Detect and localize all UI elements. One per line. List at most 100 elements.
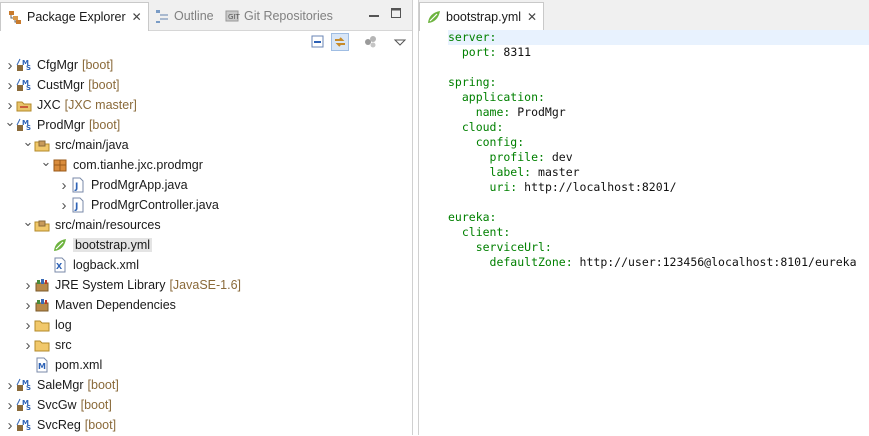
code-line: application: bbox=[448, 90, 869, 105]
code-line: port: 8311 bbox=[448, 45, 869, 60]
folder-icon bbox=[34, 337, 50, 353]
code-line: eureka: bbox=[448, 210, 869, 225]
expand-arrow-icon[interactable]: › bbox=[4, 375, 16, 395]
tree-item[interactable]: › M S SaleMgr [boot] bbox=[4, 375, 119, 395]
svg-text:S: S bbox=[26, 64, 31, 72]
tree-item-label: Maven Dependencies bbox=[55, 298, 176, 312]
svg-text:J: J bbox=[74, 182, 78, 192]
tree-item[interactable]: › J ProdMgrApp.java bbox=[58, 175, 188, 195]
tree-item[interactable]: › Maven Dependencies bbox=[22, 295, 176, 315]
view-menu-icon[interactable] bbox=[391, 33, 409, 51]
code-line: label: master bbox=[448, 165, 869, 180]
tab-outline[interactable]: Outline bbox=[148, 2, 220, 29]
tree-item[interactable]: › JXC [JXC master] bbox=[4, 95, 137, 115]
package-explorer-view: Package Explorer ✕ Outline GIT Git Repos… bbox=[0, 0, 413, 435]
tab-bootstrap-yml[interactable]: bootstrap.yml ✕ bbox=[419, 2, 545, 31]
yml-file-icon bbox=[426, 9, 442, 25]
code-line: cloud: bbox=[448, 120, 869, 135]
collapse-all-icon[interactable] bbox=[309, 33, 327, 51]
expand-arrow-icon[interactable]: › bbox=[58, 175, 70, 195]
library-icon bbox=[34, 277, 50, 293]
tree-item[interactable]: › M S SvcReg [boot] bbox=[4, 415, 117, 435]
collapse-arrow-icon[interactable]: ⌄ bbox=[22, 212, 34, 232]
tree-item-label: CustMgr bbox=[37, 78, 85, 92]
filter-icon[interactable] bbox=[362, 33, 380, 51]
xml-file-icon: X bbox=[52, 257, 68, 273]
svg-text:GIT: GIT bbox=[228, 13, 240, 21]
tree-item-label: SaleMgr bbox=[37, 378, 84, 392]
svg-text:M: M bbox=[38, 362, 46, 371]
tree-item-decoration: [boot] bbox=[81, 58, 114, 72]
tree-item[interactable]: ⌄ src/main/java bbox=[22, 132, 129, 155]
tab-git-repositories[interactable]: GIT Git Repositories bbox=[218, 2, 339, 29]
expand-arrow-icon[interactable]: › bbox=[22, 315, 34, 335]
tree-item-label: src/main/resources bbox=[55, 218, 161, 232]
tree-item[interactable]: › M S SvcGw [boot] bbox=[4, 395, 112, 415]
expand-arrow-icon[interactable]: › bbox=[22, 335, 34, 355]
svg-text:J: J bbox=[74, 202, 78, 212]
maximize-icon[interactable] bbox=[390, 7, 402, 19]
tab-package-explorer[interactable]: Package Explorer ✕ bbox=[0, 2, 149, 31]
yaml-key: cloud: bbox=[448, 120, 504, 134]
yaml-value: http://user:123456@localhost:8101/eureka bbox=[572, 255, 857, 269]
outline-icon bbox=[154, 8, 170, 24]
expand-arrow-icon[interactable]: › bbox=[4, 55, 16, 75]
close-icon[interactable]: ✕ bbox=[132, 10, 142, 24]
tree-item-label: bootstrap.yml bbox=[73, 238, 153, 252]
code-line: client: bbox=[448, 225, 869, 240]
code-line: server: bbox=[448, 30, 869, 45]
tree-item[interactable]: ⌄ src/main/resources bbox=[22, 212, 161, 235]
tab-label: Package Explorer bbox=[27, 10, 126, 24]
collapse-arrow-icon[interactable]: ⌄ bbox=[22, 132, 34, 152]
minimize-icon[interactable] bbox=[368, 7, 380, 19]
yaml-editor[interactable]: server: port: 8311 spring: application: n… bbox=[448, 30, 869, 270]
tab-label: Git Repositories bbox=[244, 8, 333, 23]
tree-item-decoration: [JXC master] bbox=[64, 98, 137, 112]
tree-item[interactable]: › JRE System Library [JavaSE-1.6] bbox=[22, 275, 242, 295]
tree-item[interactable]: › J ProdMgrController.java bbox=[58, 195, 219, 215]
yaml-key: serviceUrl: bbox=[448, 240, 552, 254]
svg-text:S: S bbox=[26, 424, 31, 432]
tree-item[interactable]: › M S CustMgr [boot] bbox=[4, 75, 120, 95]
expand-arrow-icon[interactable]: › bbox=[4, 395, 16, 415]
tree-item[interactable]: bootstrap.yml bbox=[40, 235, 153, 255]
boot-project-icon: MS bbox=[16, 377, 32, 393]
expand-arrow-icon[interactable]: › bbox=[4, 415, 16, 435]
explorer-toolbar bbox=[0, 31, 412, 53]
yaml-key: client: bbox=[448, 225, 511, 239]
yaml-key: label: bbox=[448, 165, 532, 179]
yaml-value: ProdMgr bbox=[510, 105, 566, 119]
java-file-icon: J bbox=[70, 197, 86, 213]
expand-arrow-icon[interactable]: › bbox=[58, 195, 70, 215]
expand-arrow-icon[interactable]: › bbox=[22, 295, 34, 315]
yaml-key: uri: bbox=[448, 180, 518, 194]
tree-item-label: JRE System Library bbox=[55, 278, 166, 292]
tree-item[interactable]: › log bbox=[22, 315, 72, 335]
tree-item[interactable]: › M S CfgMgr [boot] bbox=[4, 55, 114, 75]
yaml-value: 8311 bbox=[496, 45, 532, 59]
collapse-arrow-icon[interactable]: ⌄ bbox=[4, 112, 16, 132]
tree-item[interactable]: › src bbox=[22, 335, 72, 355]
tree-item[interactable]: Mpom.xml bbox=[22, 355, 102, 375]
close-icon[interactable]: ✕ bbox=[527, 10, 537, 24]
collapse-arrow-icon[interactable]: ⌄ bbox=[40, 152, 52, 172]
yaml-key: profile: bbox=[448, 150, 545, 164]
yaml-key: port: bbox=[448, 45, 497, 59]
yaml-key: server: bbox=[448, 30, 497, 44]
expand-arrow-icon[interactable]: › bbox=[22, 275, 34, 295]
tree-item-label: SvcReg bbox=[37, 418, 81, 432]
tree-item[interactable]: Xlogback.xml bbox=[40, 255, 139, 275]
tab-label: bootstrap.yml bbox=[446, 10, 522, 24]
tree-item-decoration: [boot] bbox=[88, 118, 121, 132]
yaml-key: defaultZone: bbox=[448, 255, 573, 269]
link-with-editor-icon[interactable] bbox=[331, 33, 349, 51]
tree-item-label: logback.xml bbox=[73, 258, 139, 272]
tree-item-label: pom.xml bbox=[55, 358, 103, 372]
tree-item[interactable]: ⌄ com.tianhe.jxc.prodmgr bbox=[40, 152, 203, 175]
expand-arrow-icon[interactable]: › bbox=[4, 75, 16, 95]
